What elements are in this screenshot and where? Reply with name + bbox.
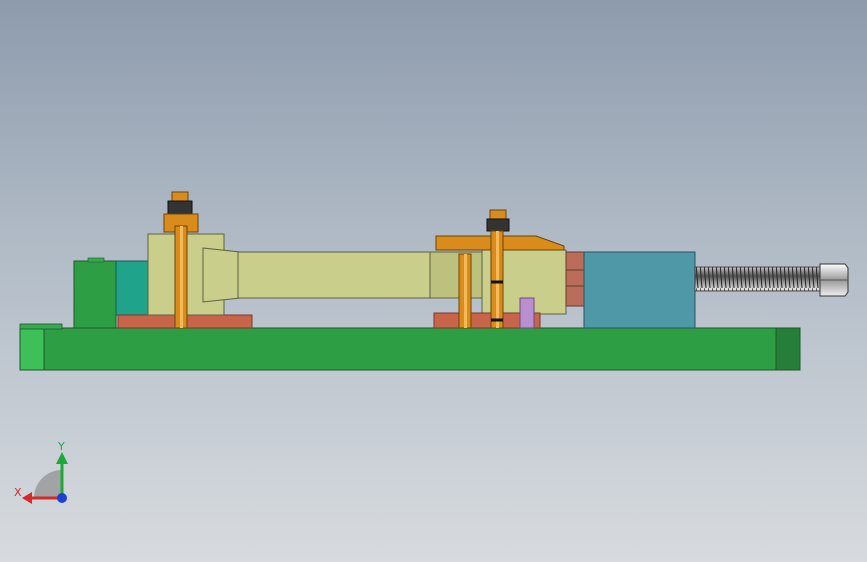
locating-pin[interactable] xyxy=(519,297,535,329)
x-axis-label: X xyxy=(14,486,22,499)
base-plate[interactable] xyxy=(19,323,801,371)
triad-quadrant xyxy=(34,470,62,498)
adjust-screw[interactable] xyxy=(694,263,849,297)
z-axis-dot xyxy=(57,493,67,503)
coordinate-triad: Y X xyxy=(14,440,68,504)
left-support-block[interactable] xyxy=(73,257,117,329)
spring-housing[interactable] xyxy=(583,251,696,329)
model-viewport[interactable] xyxy=(0,0,867,562)
spacer-stack[interactable] xyxy=(565,251,585,307)
y-axis-arrow xyxy=(56,452,68,464)
y-axis-label: Y xyxy=(57,440,65,453)
x-axis-arrow xyxy=(22,492,32,504)
